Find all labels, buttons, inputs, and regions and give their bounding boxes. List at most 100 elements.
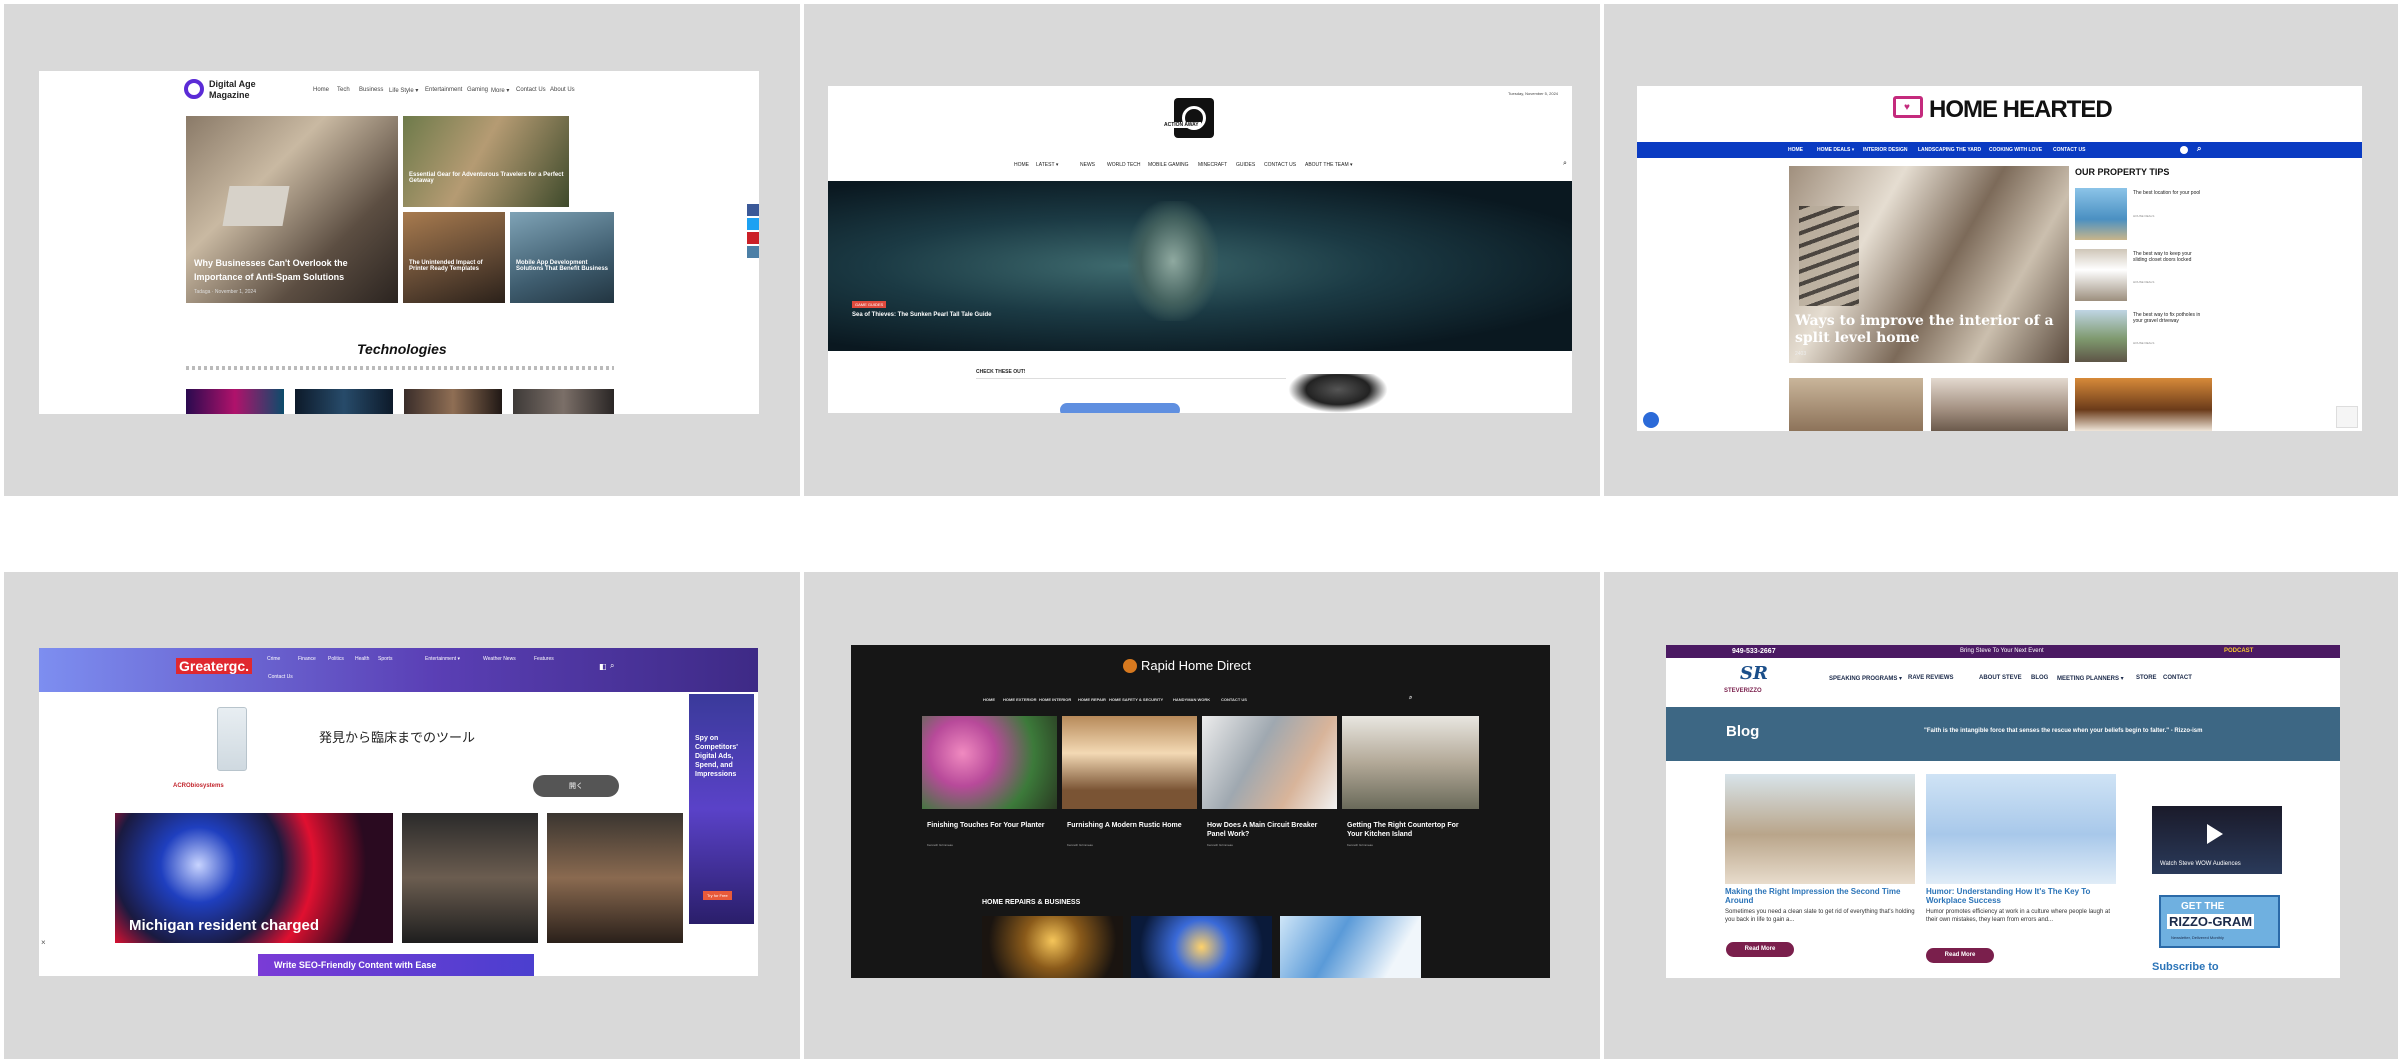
post-thumb[interactable] [1131, 916, 1272, 978]
nav-item[interactable]: HOME DEALS ▾ [1817, 147, 1854, 153]
nav-item[interactable]: MEETING PLANNERS ▾ [2057, 675, 2124, 682]
post-thumb[interactable] [1280, 916, 1421, 978]
nav-item[interactable]: Entertainment ▾ [425, 656, 460, 662]
nav-item[interactable]: GUIDES [1236, 162, 1255, 168]
post-thumb[interactable] [1288, 374, 1388, 413]
featured-post[interactable]: Why Businesses Can't Overlook the Import… [186, 116, 398, 303]
nav-item[interactable]: Sports [378, 656, 392, 662]
nav-item[interactable]: CONTACT US [1264, 162, 1296, 168]
close-icon[interactable]: × [41, 938, 46, 947]
phone-number[interactable]: 949-533-2667 [1732, 648, 1776, 655]
nav-item[interactable]: ABOUT STEVE [1979, 675, 2022, 681]
nav-item[interactable]: HOME [983, 697, 995, 702]
nav-item[interactable]: INTERIOR DESIGN [1863, 147, 1907, 153]
search-icon[interactable]: ⌕ [1409, 695, 1412, 702]
nav-item[interactable]: LANDSCAPING THE YARD [1918, 147, 1981, 153]
hero-post[interactable]: GAME GUIDES Sea of Thieves: The Sunken P… [828, 181, 1572, 351]
nav-item[interactable]: HOME [1014, 162, 1029, 168]
site-thumbnail[interactable]: Rapid Home Direct HOME HOME EXTERIOR HOM… [851, 645, 1550, 978]
site-thumbnail[interactable]: 949-533-2667 Bring Steve To Your Next Ev… [1666, 645, 2340, 978]
rizzogram-box[interactable]: GET THE RIZZO-GRAM Newsletter, Delivered… [2159, 895, 2280, 948]
side-post[interactable]: Mobile App Development Solutions That Be… [510, 212, 614, 303]
site-thumbnail[interactable]: Greatergc. Crime Finance Politics Health… [39, 648, 758, 976]
bottom-banner[interactable]: Write SEO-Friendly Content with Ease [258, 954, 534, 976]
nav-item[interactable]: Features [534, 656, 554, 662]
site-thumbnail[interactable]: ♥ HOME HEARTED HOME HOME DEALS ▾ INTERIO… [1637, 86, 2362, 431]
nav-item[interactable]: Entertainment [425, 87, 462, 93]
post-title[interactable]: Humor: Understanding How It's The Key To… [1926, 887, 2116, 905]
nav-item[interactable]: Politics [328, 656, 344, 662]
card-title[interactable]: Finishing Touches For Your Planter [927, 821, 1052, 830]
nav-item[interactable]: Business [359, 87, 383, 93]
nav-item[interactable]: RAVE REVIEWS [1908, 675, 1954, 681]
site-thumbnail[interactable]: Digital Age Magazine Home Tech Business … [39, 71, 759, 414]
nav-item[interactable]: HOME INTERIOR [1039, 697, 1071, 702]
nav-item[interactable]: Home [313, 87, 329, 93]
tech-thumb[interactable] [295, 389, 393, 414]
nav-item[interactable]: Tech [337, 87, 350, 93]
hero-post[interactable]: Ways to improve the interior of a split … [1789, 166, 2069, 363]
share-icon[interactable] [747, 246, 759, 258]
tip-title[interactable]: The best location for your pool [2133, 190, 2203, 196]
nav-item[interactable]: NEWS [1080, 162, 1095, 168]
nav-item[interactable]: WORLD TECH [1107, 162, 1141, 168]
nav-item[interactable]: Health [355, 656, 369, 662]
post-thumb[interactable] [982, 916, 1123, 978]
nav-item[interactable]: Crime [267, 656, 280, 662]
post-image[interactable] [1725, 774, 1915, 884]
video-thumbnail[interactable]: Watch Steve WOW Audiences [2152, 806, 2282, 874]
card-image[interactable] [1062, 716, 1197, 809]
topbar-middle-text[interactable]: Bring Steve To Your Next Event [1960, 648, 2044, 654]
nav-item[interactable]: HOME EXTERIOR [1003, 697, 1037, 702]
tip-thumb[interactable] [2075, 249, 2127, 301]
tech-thumb[interactable] [513, 389, 614, 414]
read-more-button[interactable]: Read More [1726, 942, 1794, 957]
ad-open-button[interactable]: 開く [533, 775, 619, 797]
podcast-link[interactable]: PODCAST [2224, 648, 2253, 654]
nav-item[interactable]: Gaming [467, 87, 488, 93]
site-thumbnail[interactable]: ACTION AWAY Tuesday, November 5, 2024 HO… [828, 86, 1572, 413]
card-title[interactable]: Furnishing A Modern Rustic Home [1067, 821, 1192, 830]
post-image[interactable] [1926, 774, 2116, 884]
nav-item[interactable]: Weather News [483, 656, 516, 662]
nav-item[interactable]: HOME REPAIR [1078, 697, 1106, 702]
card-title[interactable]: Getting The Right Countertop For Your Ki… [1347, 821, 1475, 839]
side-ad-button[interactable]: Try for Free [703, 891, 732, 900]
nav-item[interactable]: STORE [2136, 675, 2157, 681]
nav-item[interactable]: CONTACT US [2053, 147, 2085, 153]
tech-thumb[interactable] [404, 389, 502, 414]
facebook-icon[interactable] [747, 204, 759, 216]
nav-item[interactable]: LATEST ▾ [1036, 162, 1058, 168]
accessibility-icon[interactable] [1643, 412, 1659, 428]
search-icon[interactable]: ⌕ [1563, 160, 1567, 168]
nav-item[interactable]: COOKING WITH LOVE [1989, 147, 2042, 153]
search-icon[interactable]: ⌕ [610, 661, 614, 671]
post-thumb[interactable] [402, 813, 538, 943]
theme-toggle-icon[interactable]: ◧ [599, 662, 607, 671]
nav-item[interactable]: Life Style ▾ [389, 87, 418, 94]
nav-item[interactable]: SPEAKING PROGRAMS ▾ [1829, 675, 1902, 682]
nav-item[interactable]: BLOG [2031, 675, 2048, 681]
search-icon[interactable]: ⌕ [2197, 144, 2201, 154]
nav-item[interactable]: CONTACT [2163, 675, 2192, 681]
category-badge[interactable]: GAME GUIDES [852, 301, 887, 308]
headline-post[interactable]: Michigan resident charged [115, 813, 393, 943]
post-thumb[interactable] [2075, 378, 2212, 431]
theme-toggle-icon[interactable] [2180, 146, 2188, 154]
nav-item[interactable]: Contact Us [268, 674, 293, 680]
side-post[interactable]: The Unintended Impact of Printer Ready T… [403, 212, 505, 303]
read-more-button[interactable]: Read More [1926, 948, 1994, 963]
tip-title[interactable]: The best way to keep your sliding closet… [2133, 251, 2203, 263]
nav-item[interactable]: MINECRAFT [1198, 162, 1227, 168]
card-image[interactable] [922, 716, 1057, 809]
tip-thumb[interactable] [2075, 188, 2127, 240]
tip-title[interactable]: The best way to fix potholes in your gra… [2133, 312, 2203, 324]
tip-thumb[interactable] [2075, 310, 2127, 362]
post-title[interactable]: Making the Right Impression the Second T… [1725, 887, 1915, 905]
card-image[interactable] [1202, 716, 1337, 809]
side-post[interactable]: Essential Gear for Adventurous Travelers… [403, 116, 569, 207]
tech-thumb[interactable] [186, 389, 284, 414]
nav-item[interactable]: Contact Us [516, 87, 546, 93]
nav-item[interactable]: HANDYMAN WORK [1173, 697, 1210, 702]
ad-banner[interactable]: 発見から臨床までのツール ACRObiosystems 開く [167, 695, 623, 803]
